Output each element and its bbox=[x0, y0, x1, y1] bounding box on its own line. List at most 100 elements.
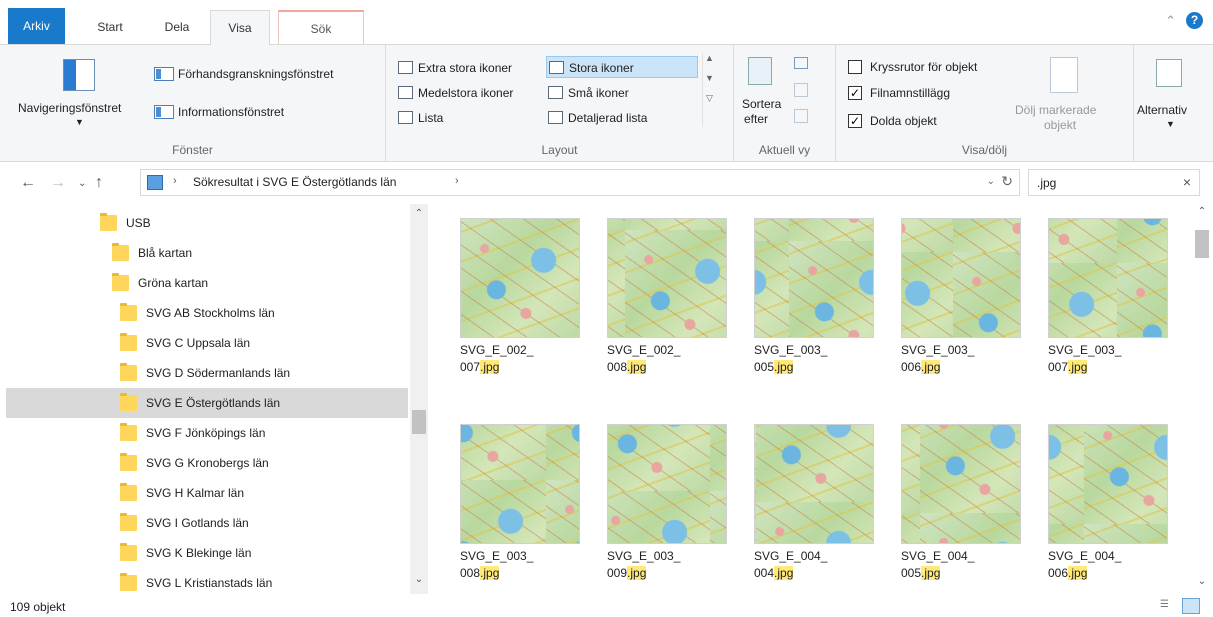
file-name-line1: SVG_E_002_ bbox=[607, 343, 681, 357]
file-name: SVG_E_003_ 006.jpg bbox=[901, 342, 1041, 376]
ribbon-tab-row: Arkiv Start Dela Visa Sök ⌃ ? bbox=[0, 0, 1213, 45]
collapse-ribbon-icon[interactable]: ⌃ bbox=[1165, 13, 1176, 29]
tab-file[interactable]: Arkiv bbox=[8, 8, 65, 44]
file-name: SVG_E_002_ 007.jpg bbox=[460, 342, 600, 376]
help-icon[interactable]: ? bbox=[1186, 12, 1203, 29]
scrollbar-thumb[interactable] bbox=[412, 410, 426, 434]
file-extension-highlight: .jpg bbox=[1068, 360, 1088, 374]
small-icons-icon bbox=[548, 86, 563, 99]
layout-small-icons[interactable]: Små ikoner bbox=[546, 82, 629, 104]
layout-item-label: Stora ikoner bbox=[569, 61, 634, 75]
folder-icon bbox=[112, 243, 129, 261]
file-item[interactable]: SVG_E_003_ 005.jpg bbox=[754, 218, 874, 374]
size-columns-icon[interactable] bbox=[794, 109, 808, 123]
file-item[interactable]: SVG_E_003_ 009.jpg bbox=[607, 424, 727, 580]
hide-selected-button-line2[interactable]: objekt bbox=[1044, 118, 1076, 132]
layout-medium-icons[interactable]: Medelstora ikoner bbox=[396, 82, 513, 104]
file-item[interactable]: SVG_E_004_ 004.jpg bbox=[754, 424, 874, 580]
preview-pane-button[interactable]: Förhandsgranskningsfönstret bbox=[178, 67, 333, 81]
scroll-down-icon[interactable]: ⌄ bbox=[410, 574, 428, 585]
search-input[interactable]: .jpg × bbox=[1028, 169, 1200, 196]
tree-item[interactable]: SVG E Östergötlands län bbox=[6, 388, 408, 418]
file-item[interactable]: SVG_E_002_ 007.jpg bbox=[460, 218, 580, 374]
folder-icon bbox=[120, 513, 137, 531]
options-icon bbox=[1156, 59, 1182, 87]
back-arrow-icon[interactable]: ← bbox=[20, 174, 36, 192]
checkbox-item-checkboxes[interactable]: Kryssrutor för objekt bbox=[848, 57, 977, 77]
details-icon bbox=[548, 111, 563, 124]
file-item[interactable]: SVG_E_002_ 008.jpg bbox=[607, 218, 727, 374]
status-bar: 109 objekt ☰ bbox=[0, 596, 1213, 617]
layout-large-icons[interactable]: Stora ikoner bbox=[546, 56, 698, 78]
options-button[interactable]: Alternativ bbox=[1137, 103, 1187, 117]
scrollbar-thumb[interactable] bbox=[1195, 230, 1209, 258]
content-scrollbar[interactable]: ⌃ ⌄ bbox=[1192, 204, 1212, 594]
address-bar[interactable]: › Sökresultat i SVG E Östergötlands län … bbox=[140, 169, 1020, 196]
scroll-up-icon[interactable]: ⌃ bbox=[1192, 206, 1212, 217]
details-pane-icon[interactable] bbox=[154, 105, 174, 119]
ribbon: Navigeringsfönstret ▼ Förhandsgranskning… bbox=[0, 44, 1213, 162]
breadcrumb[interactable]: Sökresultat i SVG E Östergötlands län bbox=[193, 175, 396, 189]
forward-arrow-icon[interactable]: → bbox=[50, 174, 66, 192]
file-name-line1: SVG_E_004_ bbox=[901, 549, 975, 563]
tab-share[interactable]: Dela bbox=[150, 10, 204, 44]
file-item[interactable]: SVG_E_003_ 008.jpg bbox=[460, 424, 580, 580]
breadcrumb-chevron-icon[interactable]: › bbox=[173, 175, 177, 187]
checkbox[interactable]: ✓ bbox=[848, 86, 862, 100]
scroll-up-icon[interactable]: ⌃ bbox=[410, 208, 428, 219]
refresh-icon[interactable]: ↻ bbox=[1001, 173, 1013, 190]
file-extension-highlight: .jpg bbox=[1068, 566, 1088, 580]
layout-details[interactable]: Detaljerad lista bbox=[546, 107, 647, 129]
chevron-down-icon[interactable]: ▼ bbox=[75, 117, 84, 127]
group-by-icon[interactable] bbox=[794, 57, 808, 69]
hide-selected-button[interactable]: Dölj markerade bbox=[1015, 103, 1096, 117]
file-item[interactable]: SVG_E_003_ 007.jpg bbox=[1048, 218, 1168, 374]
file-item[interactable]: SVG_E_004_ 006.jpg bbox=[1048, 424, 1168, 580]
details-view-icon[interactable]: ☰ bbox=[1160, 599, 1176, 613]
file-name-line2: 006 bbox=[1048, 566, 1069, 580]
file-name: SVG_E_004_ 005.jpg bbox=[901, 548, 1041, 582]
search-value[interactable]: .jpg bbox=[1037, 176, 1056, 190]
large-icons-icon bbox=[549, 61, 564, 74]
file-name: SVG_E_002_ 008.jpg bbox=[607, 342, 747, 376]
details-pane-button[interactable]: Informationsfönstret bbox=[178, 105, 284, 119]
folder-icon bbox=[120, 393, 137, 411]
extra-large-icons-icon bbox=[398, 61, 413, 74]
breadcrumb-chevron-icon[interactable]: › bbox=[455, 175, 459, 187]
tab-search[interactable]: Sök bbox=[278, 10, 364, 44]
tree-item-label: SVG E Östergötlands län bbox=[146, 396, 281, 410]
navigation-pane-button[interactable]: Navigeringsfönstret bbox=[18, 101, 121, 115]
close-icon[interactable]: × bbox=[1183, 174, 1191, 190]
map-thumbnail bbox=[754, 424, 874, 544]
address-dropdown-icon[interactable]: ⌄ bbox=[987, 176, 995, 187]
folder-icon bbox=[120, 303, 137, 321]
file-name-line2: 007 bbox=[1048, 360, 1069, 374]
file-extension-highlight: .jpg bbox=[774, 566, 794, 580]
recent-locations-icon[interactable]: ⌄ bbox=[78, 178, 86, 189]
tab-view[interactable]: Visa bbox=[210, 10, 270, 45]
file-extension-highlight: .jpg bbox=[627, 566, 647, 580]
layout-gallery-scroll[interactable]: ▲ ▼ ▽ bbox=[702, 53, 716, 127]
sort-by-button[interactable]: Sortera bbox=[742, 97, 781, 111]
tab-start[interactable]: Start bbox=[80, 10, 140, 44]
checkbox[interactable] bbox=[848, 60, 862, 74]
file-item[interactable]: SVG_E_004_ 005.jpg bbox=[901, 424, 1021, 580]
navigation-scrollbar[interactable]: ⌃ ⌄ bbox=[410, 204, 428, 594]
chevron-down-icon[interactable]: ▼ bbox=[1166, 119, 1175, 129]
large-icons-view-icon[interactable] bbox=[1182, 598, 1200, 614]
sort-by-button-line2[interactable]: efter bbox=[744, 112, 768, 126]
file-name-line2: 006 bbox=[901, 360, 922, 374]
layout-extra-large-icons[interactable]: Extra stora ikoner bbox=[396, 57, 512, 79]
checkbox-file-extensions[interactable]: ✓ Filnamnstillägg bbox=[848, 83, 950, 103]
file-item[interactable]: SVG_E_003_ 006.jpg bbox=[901, 218, 1021, 374]
up-arrow-icon[interactable]: ↑ bbox=[95, 174, 103, 192]
add-columns-icon[interactable] bbox=[794, 83, 808, 97]
checkbox-hidden-items[interactable]: ✓ Dolda objekt bbox=[848, 111, 937, 131]
file-name-line1: SVG_E_003_ bbox=[1048, 343, 1122, 357]
checkbox[interactable]: ✓ bbox=[848, 114, 862, 128]
scroll-down-icon[interactable]: ⌄ bbox=[1192, 576, 1212, 587]
group-options: Alternativ ▼ bbox=[1134, 45, 1213, 161]
navigation-pane-icon[interactable] bbox=[63, 59, 95, 91]
layout-list[interactable]: Lista bbox=[396, 107, 443, 129]
preview-pane-icon[interactable] bbox=[154, 67, 174, 81]
